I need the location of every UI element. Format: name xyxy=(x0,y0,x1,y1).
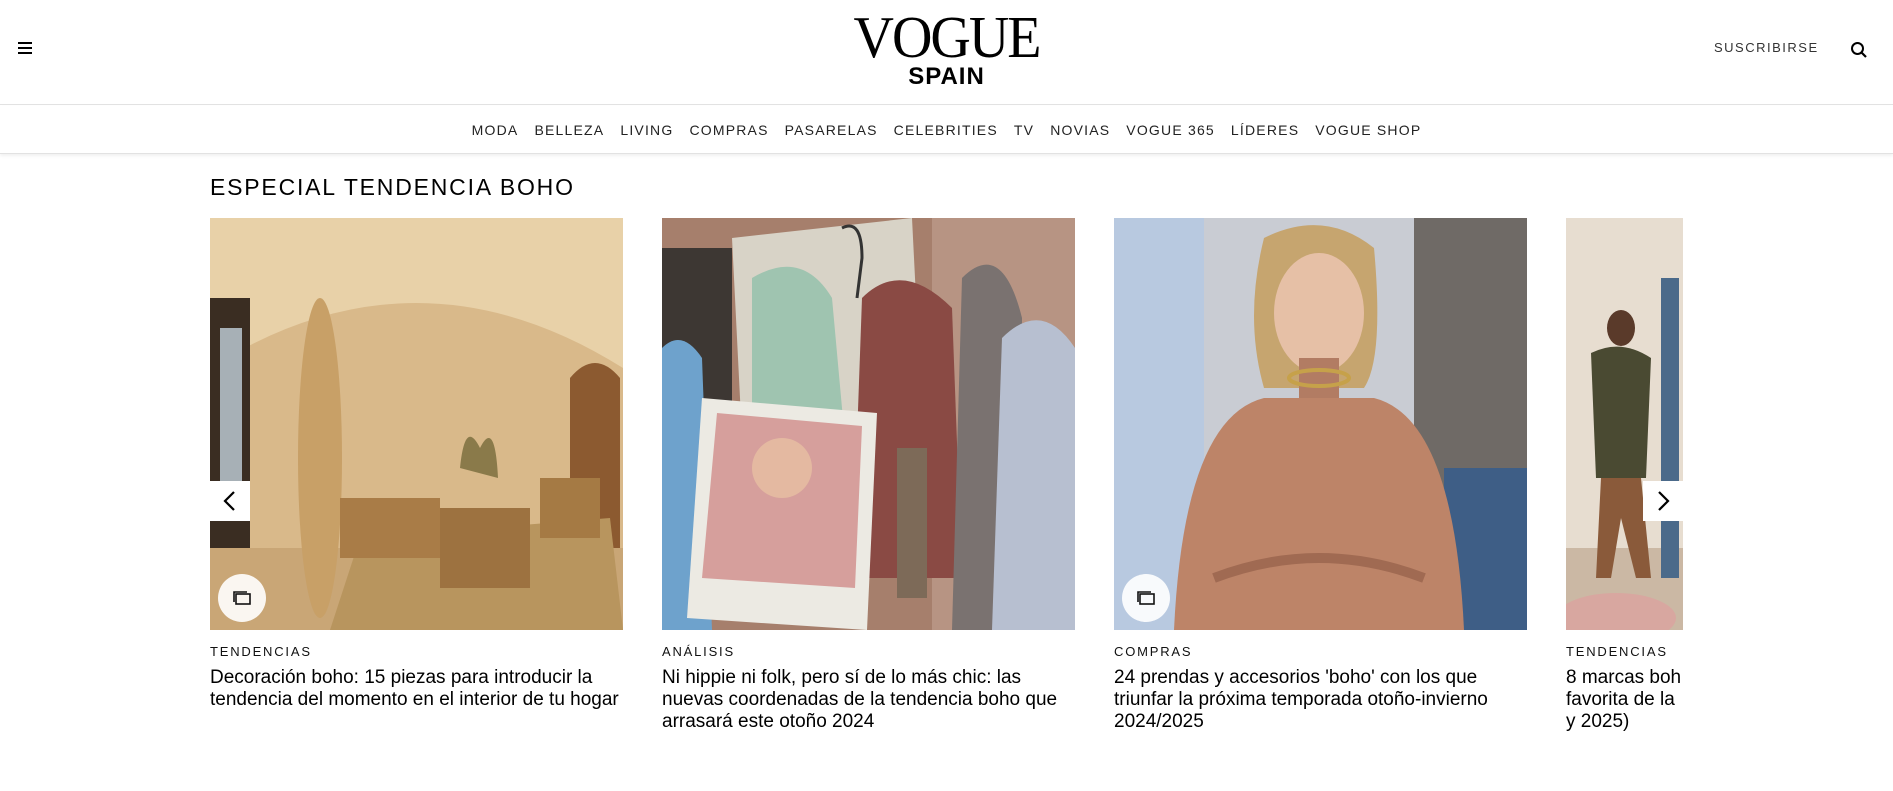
article-category: TENDENCIAS xyxy=(1566,644,1668,659)
article-category: ANÁLISIS xyxy=(662,644,735,659)
article-card[interactable]: COMPRAS 24 prendas y accesorios 'boho' c… xyxy=(1114,218,1527,733)
article-image[interactable] xyxy=(662,218,1075,630)
nav-item-vogue-365[interactable]: VOGUE 365 xyxy=(1118,122,1223,138)
subscribe-link[interactable]: SUSCRIBIRSE xyxy=(1714,40,1819,55)
gallery-icon xyxy=(1122,574,1170,622)
vogue-logo[interactable]: VOGUE SPAIN xyxy=(0,5,1893,88)
nav-item-living[interactable]: LIVING xyxy=(612,122,681,138)
nav-item-celebrities[interactable]: CELEBRITIES xyxy=(886,122,1006,138)
nav-item-tv[interactable]: TV xyxy=(1006,122,1042,138)
article-category: TENDENCIAS xyxy=(210,644,312,659)
article-image[interactable] xyxy=(1114,218,1527,630)
carousel-next-button[interactable] xyxy=(1643,481,1683,521)
boho-carousel: TENDENCIAS Decoración boho: 15 piezas pa… xyxy=(210,218,1683,738)
title-fragment: favorita de la xyxy=(1566,689,1675,710)
title-fragment: 8 marcas boh xyxy=(1566,667,1682,688)
search-icon[interactable] xyxy=(1850,41,1868,59)
article-card[interactable]: TENDENCIAS Decoración boho: 15 piezas pa… xyxy=(210,218,623,711)
article-card[interactable]: ANÁLISIS Ni hippie ni folk, pero sí de l… xyxy=(662,218,1075,733)
article-card[interactable]: TENDENCIAS 8 marcas boh favorita de la y… xyxy=(1566,218,1683,733)
chevron-right-icon xyxy=(1658,491,1670,511)
nav-item-pasarelas[interactable]: PASARELAS xyxy=(777,122,886,138)
site-header: VOGUE SPAIN SUSCRIBIRSE xyxy=(0,0,1893,105)
article-title[interactable]: 8 marcas boh favorita de la y 2025) xyxy=(1566,667,1683,733)
title-fragment: y 2025) xyxy=(1566,711,1630,732)
article-title[interactable]: 24 prendas y accesorios 'boho' con los q… xyxy=(1114,667,1527,733)
article-image[interactable] xyxy=(210,218,623,630)
chevron-left-icon xyxy=(223,491,235,511)
nav-item-novias[interactable]: NOVIAS xyxy=(1042,122,1118,138)
carousel-prev-button[interactable] xyxy=(210,481,250,521)
article-category: COMPRAS xyxy=(1114,644,1193,659)
section-title: ESPECIAL TENDENCIA BOHO xyxy=(210,174,575,200)
gallery-icon xyxy=(218,574,266,622)
article-image[interactable] xyxy=(1566,218,1683,630)
article-title[interactable]: Ni hippie ni folk, pero sí de lo más chi… xyxy=(662,667,1075,733)
logo-main: VOGUE xyxy=(853,5,1042,71)
main-nav: MODA BELLEZA LIVING COMPRAS PASARELAS CELEBRI… xyxy=(0,106,1893,154)
nav-item-vogue-shop[interactable]: VOGUE SHOP xyxy=(1307,122,1429,138)
article-title[interactable]: Decoración boho: 15 piezas para introduc… xyxy=(210,667,623,711)
nav-item-compras[interactable]: COMPRAS xyxy=(681,122,776,138)
nav-item-moda[interactable]: MODA xyxy=(464,122,527,138)
nav-item-líderes[interactable]: LÍDERES xyxy=(1223,122,1307,138)
nav-item-belleza[interactable]: BELLEZA xyxy=(526,122,612,138)
